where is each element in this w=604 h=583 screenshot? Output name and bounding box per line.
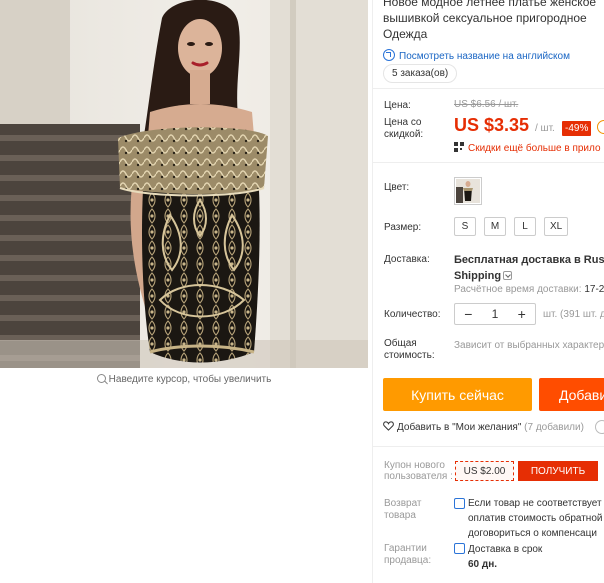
- buy-now-button[interactable]: Купить сейчас: [383, 378, 532, 411]
- returns-label: Возврат товара: [384, 498, 422, 521]
- price-label: Цена:: [384, 100, 411, 111]
- get-coupon-button[interactable]: ПОЛУЧИТЬ: [518, 461, 598, 481]
- size-option-m[interactable]: M: [484, 217, 506, 236]
- quantity-minus-button[interactable]: −: [455, 306, 482, 322]
- old-price: US $6.56 / шт.: [454, 99, 519, 110]
- product-main-image[interactable]: [0, 0, 368, 368]
- size-label: Размер:: [384, 222, 422, 233]
- color-label: Цвет:: [384, 182, 410, 193]
- zoom-hint: Наведите курсор, чтобы увеличить: [0, 374, 368, 385]
- guarantee-label: Гарантии продавца:: [384, 543, 432, 566]
- discount-price-label: Цена со скидкой:: [384, 117, 424, 140]
- coin-icon[interactable]: [597, 120, 604, 134]
- product-info-panel: Новое модное летнее платье женское вышив…: [372, 0, 604, 583]
- size-option-l[interactable]: L: [514, 217, 536, 236]
- size-option-s[interactable]: S: [454, 217, 476, 236]
- total-label: Общая стоимость:: [384, 338, 435, 361]
- quantity-plus-button[interactable]: +: [508, 306, 535, 322]
- shield-icon: [454, 543, 465, 554]
- delivery-time: Расчётное время доставки: 17-2: [454, 284, 604, 295]
- size-options: S M L XL: [454, 217, 569, 236]
- discount-badge: -49%: [562, 121, 592, 136]
- add-to-wishlist-link[interactable]: Добавить в "Мои желания" (7 добавили): [383, 421, 584, 433]
- guarantee-text: Доставка в срок 60 дн.: [468, 544, 543, 570]
- return-policy-icon: [454, 498, 465, 509]
- orders-count-badge: 5 заказа(ов): [383, 64, 458, 83]
- quantity-input[interactable]: 1: [482, 307, 509, 321]
- product-title: Новое модное летнее платье женское вышив…: [383, 0, 597, 41]
- dress-photo: [0, 0, 368, 368]
- total-note: Зависит от выбранных характер: [454, 340, 604, 351]
- current-price: US $3.35: [454, 115, 530, 135]
- translate-title-link[interactable]: Посмотреть название на английском: [383, 49, 570, 62]
- swatch-thumbnail: [456, 179, 480, 203]
- qr-code-icon: [454, 142, 464, 152]
- shipping-label: Доставка:: [384, 254, 430, 265]
- info-icon[interactable]: [595, 420, 604, 434]
- shipping-method[interactable]: Бесплатная доставка в Russian Shipping: [454, 252, 604, 284]
- coupon-label: Купон нового пользователя :: [384, 460, 453, 482]
- quantity-stepper: − 1 +: [454, 303, 536, 325]
- price-unit: / шт.: [535, 123, 555, 134]
- divider: [373, 162, 604, 163]
- color-swatch-black[interactable]: [454, 177, 482, 205]
- translate-icon: [383, 49, 395, 61]
- app-discount-link[interactable]: Скидки ещё больше в прило: [454, 142, 601, 154]
- magnifier-icon: [96, 374, 106, 383]
- heart-icon: [383, 421, 394, 431]
- returns-text: Если товар не соответствует оплатив стои…: [468, 498, 603, 539]
- quantity-label: Количество:: [384, 309, 441, 320]
- size-option-xl[interactable]: XL: [544, 217, 569, 236]
- divider: [373, 88, 604, 89]
- stock-note: шт. (391 шт. д: [543, 309, 604, 320]
- chevron-down-icon[interactable]: [503, 271, 513, 280]
- coupon-value: US $2.00: [455, 461, 514, 481]
- divider: [373, 446, 604, 447]
- add-to-cart-button[interactable]: Добави: [539, 378, 604, 411]
